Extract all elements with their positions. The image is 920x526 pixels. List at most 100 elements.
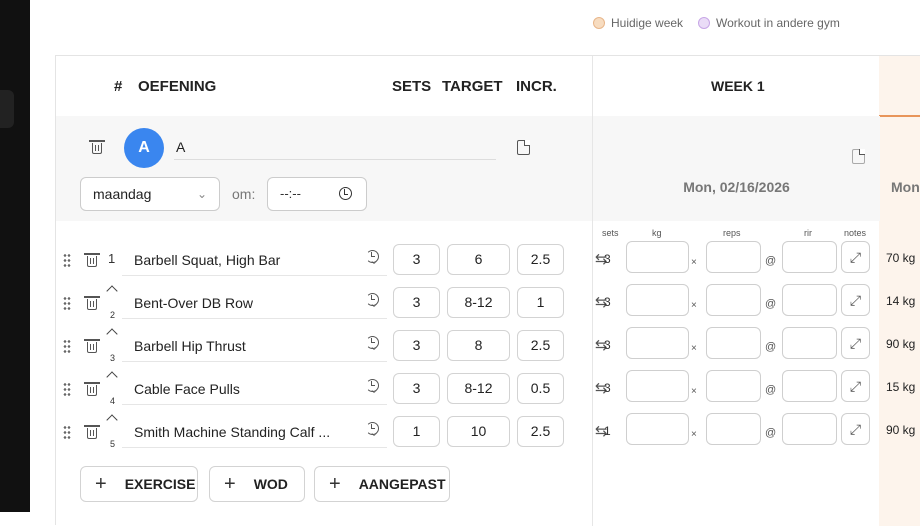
header-exercise: OEFENING — [138, 78, 217, 95]
reps-input[interactable] — [706, 327, 761, 359]
plus-icon: + — [95, 472, 107, 495]
workout-page: Huidige week Workout in andere gym # OEF… — [30, 0, 920, 526]
sets-input[interactable]: 3 — [393, 330, 440, 361]
sets-input[interactable]: 3 — [393, 244, 440, 275]
plus-icon: + — [224, 472, 236, 495]
sets-input[interactable]: 1 — [393, 416, 440, 447]
history-icon[interactable] — [366, 379, 379, 392]
reps-input[interactable] — [706, 284, 761, 316]
exercise-select[interactable]: Barbell Squat, High Bar ⌄ — [122, 246, 387, 276]
day-avatar[interactable]: A — [124, 128, 164, 168]
log-sets: 3 — [604, 338, 611, 352]
kg-input[interactable] — [626, 413, 689, 445]
exercise-row: 4 Cable Face Pulls ⌄ 3 8-12 0.5 ⇆ 3 × @ ⤢… — [56, 370, 920, 413]
reps-input[interactable] — [706, 413, 761, 445]
rir-input[interactable] — [782, 241, 837, 273]
log-header-kg: kg — [652, 228, 662, 238]
add-custom-button[interactable]: + AANGEPAST — [314, 466, 450, 502]
log-header-reps: reps — [723, 228, 741, 238]
exercise-number: 5 — [110, 439, 116, 449]
add-wod-button[interactable]: + WOD — [209, 466, 305, 502]
header-target: TARGET — [442, 78, 503, 95]
expand-notes-icon[interactable]: ⤢ — [841, 413, 870, 445]
exercise-name: Barbell Squat, High Bar — [134, 252, 281, 268]
rir-input[interactable] — [782, 284, 837, 316]
exercise-select[interactable]: Bent-Over DB Row ⌄ — [122, 289, 387, 319]
exercise-select[interactable]: Smith Machine Standing Calf ... ⌄ — [122, 418, 387, 448]
current-week-accent — [879, 115, 920, 117]
move-up-icon[interactable] — [106, 328, 118, 340]
exercise-number: 4 — [110, 396, 116, 406]
incr-input[interactable]: 2.5 — [517, 244, 564, 275]
target-input[interactable]: 6 — [447, 244, 510, 275]
incr-input[interactable]: 2.5 — [517, 416, 564, 447]
delete-exercise-icon[interactable] — [84, 339, 100, 353]
incr-input[interactable]: 1 — [517, 287, 564, 318]
history-icon[interactable] — [366, 336, 379, 349]
target-input[interactable]: 10 — [447, 416, 510, 447]
delete-exercise-icon[interactable] — [84, 296, 100, 310]
next-week-value: 70 kg — [886, 251, 916, 265]
kg-input[interactable] — [626, 241, 689, 273]
move-up-icon[interactable] — [106, 371, 118, 383]
time-input[interactable]: --:-- — [267, 177, 367, 211]
target-input[interactable]: 8-12 — [447, 287, 510, 318]
move-up-icon[interactable] — [106, 414, 118, 426]
history-icon[interactable] — [366, 422, 379, 435]
kg-input[interactable] — [626, 370, 689, 402]
time-value: --:-- — [280, 186, 301, 201]
kg-input[interactable] — [626, 284, 689, 316]
header-number: # — [114, 78, 123, 95]
exercise-select[interactable]: Barbell Hip Thrust ⌄ — [122, 332, 387, 362]
weekday-select[interactable]: maandag ⌄ — [80, 177, 220, 211]
expand-notes-icon[interactable]: ⤢ — [841, 370, 870, 402]
rir-input[interactable] — [782, 327, 837, 359]
rail-active-indicator — [0, 90, 14, 128]
expand-notes-icon[interactable]: ⤢ — [841, 284, 870, 316]
history-icon[interactable] — [366, 293, 379, 306]
delete-exercise-icon[interactable] — [84, 425, 100, 439]
drag-handle-icon[interactable] — [63, 296, 71, 310]
add-exercise-label: EXERCISE — [124, 476, 196, 492]
drag-handle-icon[interactable] — [63, 253, 71, 267]
drag-handle-icon[interactable] — [63, 382, 71, 396]
rir-input[interactable] — [782, 370, 837, 402]
delete-day-icon[interactable] — [89, 140, 105, 154]
exercise-row: 2 Bent-Over DB Row ⌄ 3 8-12 1 ⇆ 3 × @ ⤢ 1… — [56, 284, 920, 327]
drag-handle-icon[interactable] — [63, 425, 71, 439]
target-input[interactable]: 8 — [447, 330, 510, 361]
rir-input[interactable] — [782, 413, 837, 445]
day-name-input[interactable]: A — [174, 136, 496, 160]
kg-input[interactable] — [626, 327, 689, 359]
incr-input[interactable]: 0.5 — [517, 373, 564, 404]
legend-other-gym: Workout in andere gym — [698, 16, 840, 30]
expand-notes-icon[interactable]: ⤢ — [841, 327, 870, 359]
exercise-number: 2 — [110, 310, 116, 320]
exercise-number: 3 — [110, 353, 116, 363]
delete-exercise-icon[interactable] — [84, 253, 100, 267]
day-note-icon[interactable] — [517, 140, 530, 155]
add-custom-label: AANGEPAST — [358, 476, 446, 492]
reps-input[interactable] — [706, 241, 761, 273]
sets-input[interactable]: 3 — [393, 373, 440, 404]
chevron-down-icon: ⌄ — [196, 187, 207, 201]
move-up-icon[interactable] — [106, 285, 118, 297]
log-header-sets: sets — [602, 228, 619, 238]
target-input[interactable]: 8-12 — [447, 373, 510, 404]
incr-input[interactable]: 2.5 — [517, 330, 564, 361]
add-exercise-button[interactable]: + EXERCISE — [80, 466, 198, 502]
next-week-value: 14 kg — [886, 294, 916, 308]
at-sign: @ — [765, 427, 777, 439]
exercise-select[interactable]: Cable Face Pulls ⌄ — [122, 375, 387, 405]
drag-handle-icon[interactable] — [63, 339, 71, 353]
delete-exercise-icon[interactable] — [84, 382, 100, 396]
reps-input[interactable] — [706, 370, 761, 402]
history-icon[interactable] — [366, 250, 379, 263]
workout-card: # OEFENING SETS TARGET INCR. WEEK 1 A A … — [55, 55, 920, 526]
week-note-icon[interactable] — [852, 149, 865, 164]
exercise-row: 5 Smith Machine Standing Calf ... ⌄ 1 10 … — [56, 413, 920, 456]
sets-input[interactable]: 3 — [393, 287, 440, 318]
log-header-notes: notes — [844, 228, 867, 238]
week-date: Mon, 02/16/2026 — [683, 179, 790, 195]
expand-notes-icon[interactable]: ⤢ — [841, 241, 870, 273]
